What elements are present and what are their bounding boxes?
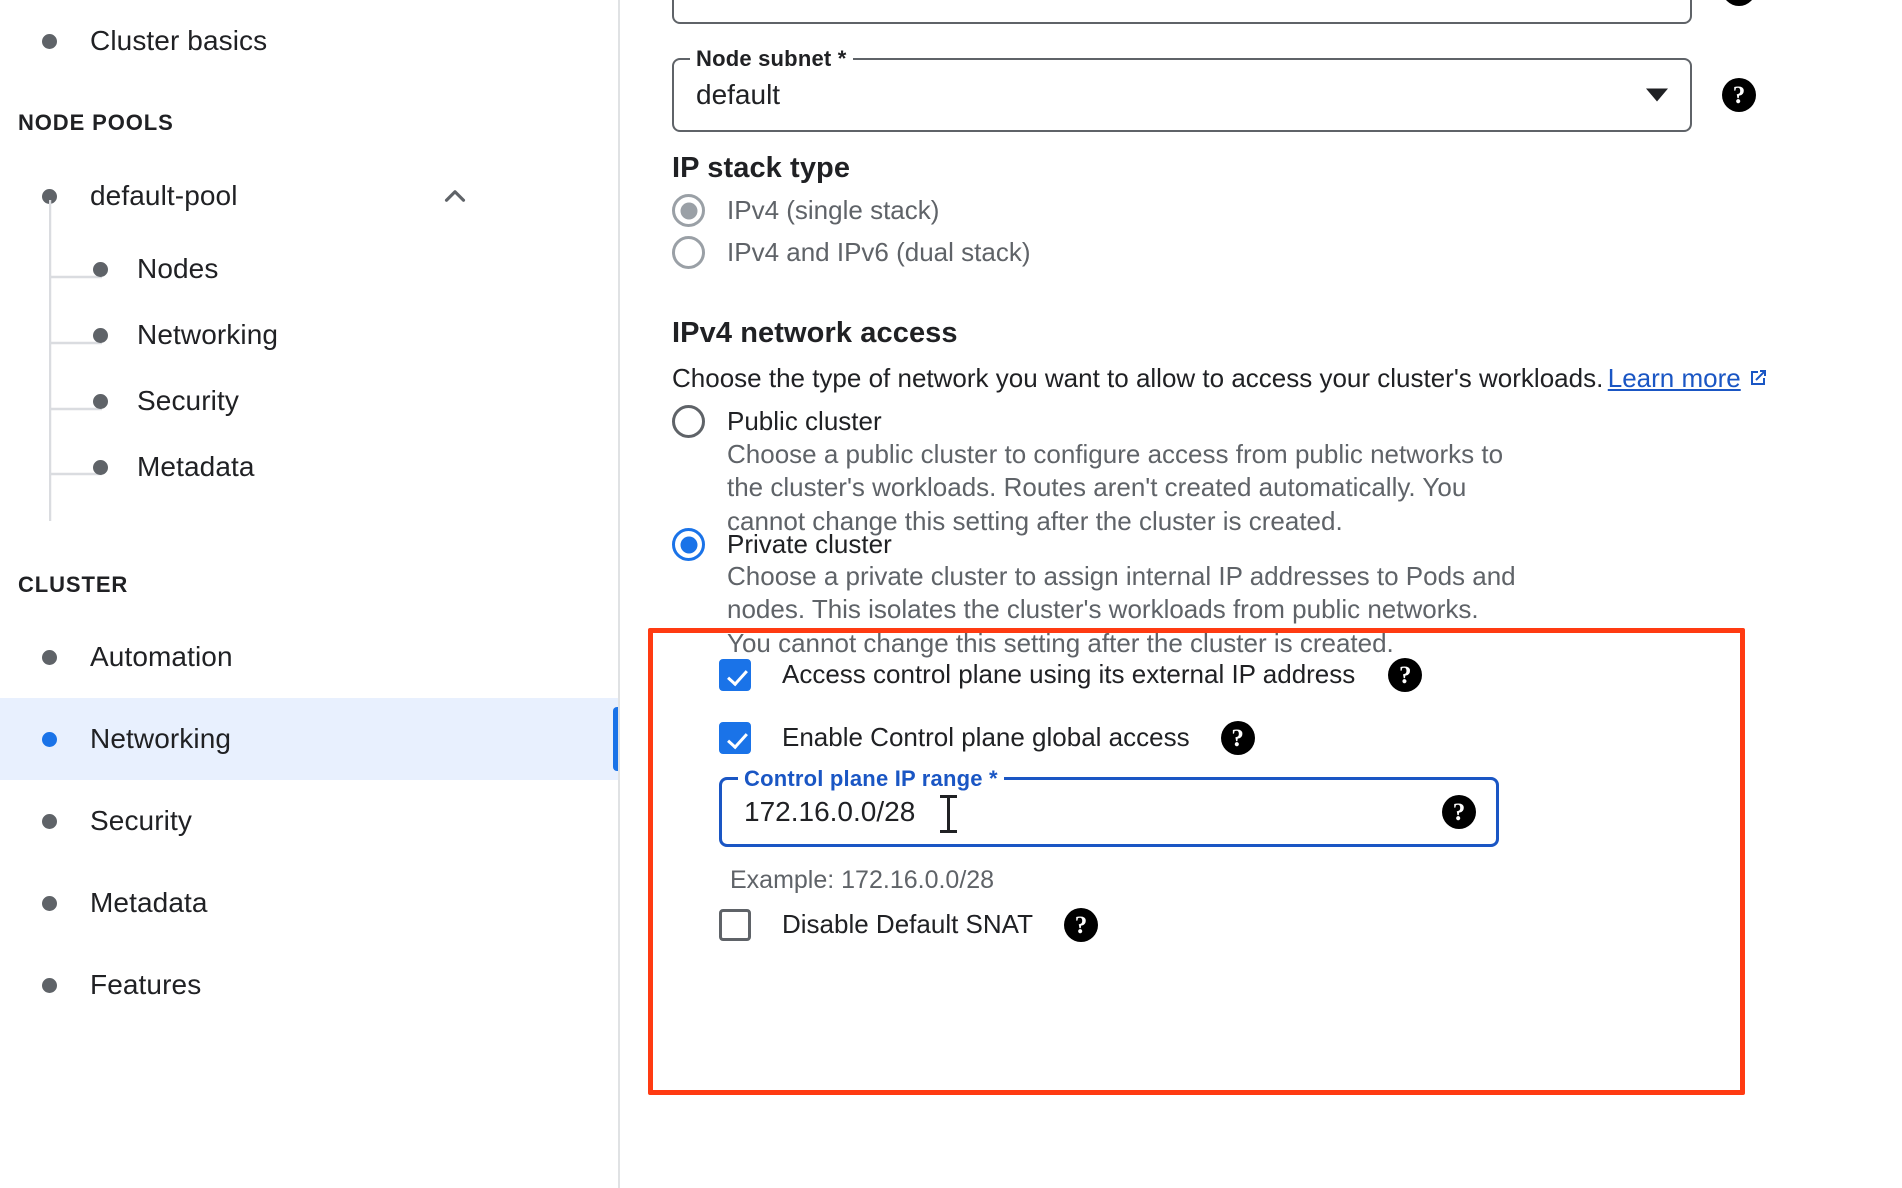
private-cluster-description: Choose a private cluster to assign inter… [727, 561, 1516, 658]
selection-indicator-bar [613, 707, 618, 771]
sidebar-item-label: Automation [90, 641, 233, 672]
radio-icon[interactable] [672, 236, 705, 270]
control-plane-ip-range-hint: Example: 172.16.0.0/28 [730, 866, 995, 894]
sidebar-item-label: Networking [90, 723, 232, 754]
checkbox-enable-control-plane-global-access[interactable]: Enable Control plane global access ? [719, 721, 1255, 755]
sidebar-item-label: Security [90, 805, 192, 836]
radio-label: Private cluster [727, 529, 892, 559]
disable-default-snat-help-icon[interactable]: ? [1063, 908, 1098, 942]
sidebar-item-label: Features [90, 969, 202, 1000]
sidebar-item-pool-security[interactable]: Security [0, 368, 618, 434]
access-control-plane-help-icon[interactable]: ? [1388, 658, 1423, 692]
network-value: default [696, 0, 780, 3]
radio-icon[interactable] [672, 194, 705, 228]
chevron-up-icon[interactable] [438, 179, 472, 213]
bullet-icon [42, 813, 57, 829]
sidebar-item-label: Metadata [90, 887, 208, 918]
chevron-down-icon[interactable] [1646, 88, 1668, 102]
radio-ipv4-ipv6-dual[interactable]: IPv4 and IPv6 (dual stack) [672, 236, 1031, 270]
checkbox-icon[interactable] [719, 659, 751, 691]
radio-icon[interactable] [672, 405, 705, 439]
radio-ipv4-single[interactable]: IPv4 (single stack) [672, 194, 940, 228]
bullet-icon [42, 33, 57, 49]
bullet-icon [42, 895, 57, 911]
sidebar-item-metadata[interactable]: Metadata [0, 862, 618, 944]
radio-label: IPv4 (single stack) [727, 195, 940, 225]
sidebar-item-pool-nodes[interactable]: Nodes [0, 236, 618, 302]
checkbox-access-control-plane-external-ip[interactable]: Access control plane using its external … [719, 658, 1423, 692]
sidebar-item-cluster-basics[interactable]: Cluster basics [0, 0, 618, 82]
radio-icon[interactable] [672, 528, 705, 562]
sidebar-item-label: Security [137, 385, 239, 416]
sidebar-item-label: Cluster basics [90, 25, 268, 56]
control-plane-ip-range-help-icon[interactable]: ? [1442, 795, 1476, 829]
bullet-icon [42, 649, 57, 665]
control-plane-global-access-help-icon[interactable]: ? [1220, 721, 1255, 755]
sidebar-item-features[interactable]: Features [0, 944, 618, 1026]
control-plane-ip-range-input[interactable]: Control plane IP range * 172.16.0.0/28 ? [719, 766, 1499, 847]
bullet-icon [93, 327, 108, 343]
node-subnet-legend: Node subnet * [690, 46, 853, 72]
sidebar-item-label: Metadata [137, 451, 255, 482]
bullet-icon [42, 188, 57, 204]
sidebar-item-default-pool[interactable]: default-pool [0, 155, 618, 237]
control-plane-ip-range-value: 172.16.0.0/28 [744, 796, 916, 827]
checkbox-label: Enable Control plane global access [782, 722, 1190, 753]
bullet-icon [93, 261, 108, 277]
ip-stack-type-title: IP stack type [672, 152, 851, 184]
node-subnet-value: default [696, 79, 781, 110]
sidebar-item-pool-networking[interactable]: Networking [0, 302, 618, 368]
sidebar-item-label: default-pool [90, 180, 238, 211]
node-subnet-help-icon[interactable]: ? [1722, 78, 1756, 112]
learn-more-link[interactable]: Learn more [1608, 363, 1741, 393]
ipv4-network-access-description-row: Choose the type of network you want to a… [672, 362, 1852, 395]
checkbox-disable-default-snat[interactable]: Disable Default SNAT ? [719, 908, 1098, 942]
sidebar-section-cluster: CLUSTER [18, 572, 129, 597]
radio-public-cluster[interactable]: Public cluster [672, 405, 882, 439]
network-select[interactable]: default [672, 0, 1692, 24]
sidebar-section-node-pools: NODE POOLS [18, 110, 174, 135]
ipv4-network-access-description: Choose the type of network you want to a… [672, 363, 1604, 393]
sidebar-item-label: Networking [137, 319, 279, 350]
checkbox-label: Access control plane using its external … [782, 659, 1356, 690]
checkbox-label: Disable Default SNAT [782, 909, 1033, 940]
main-content: default ? Node subnet * default ? IP sta… [622, 0, 1902, 1188]
sidebar-item-label: Nodes [137, 253, 219, 284]
screen: Cluster basics NODE POOLS default-pool N… [0, 0, 1902, 1188]
public-cluster-description: Choose a public cluster to configure acc… [727, 439, 1504, 536]
radio-label: Public cluster [727, 406, 882, 436]
bullet-icon [42, 731, 57, 747]
bullet-icon [93, 393, 108, 409]
sidebar-item-automation[interactable]: Automation [0, 616, 618, 698]
sidebar-nav: Cluster basics NODE POOLS default-pool N… [0, 0, 620, 1188]
text-cursor-ibeam [940, 795, 957, 833]
sidebar-item-pool-metadata[interactable]: Metadata [0, 434, 618, 500]
checkbox-icon[interactable] [719, 909, 751, 941]
radio-label: IPv4 and IPv6 (dual stack) [727, 237, 1031, 267]
external-link-icon[interactable] [1746, 366, 1770, 395]
checkbox-icon[interactable] [719, 722, 751, 754]
sidebar-item-security[interactable]: Security [0, 780, 618, 862]
radio-private-cluster[interactable]: Private cluster [672, 528, 892, 562]
node-subnet-select[interactable]: Node subnet * default [672, 46, 1692, 132]
bullet-icon [42, 977, 57, 993]
ipv4-network-access-title: IPv4 network access [672, 317, 958, 349]
sidebar-item-networking[interactable]: Networking [0, 698, 618, 780]
bullet-icon [93, 459, 108, 475]
control-plane-ip-range-legend: Control plane IP range * [738, 766, 1004, 792]
network-help-icon[interactable]: ? [1722, 0, 1756, 6]
